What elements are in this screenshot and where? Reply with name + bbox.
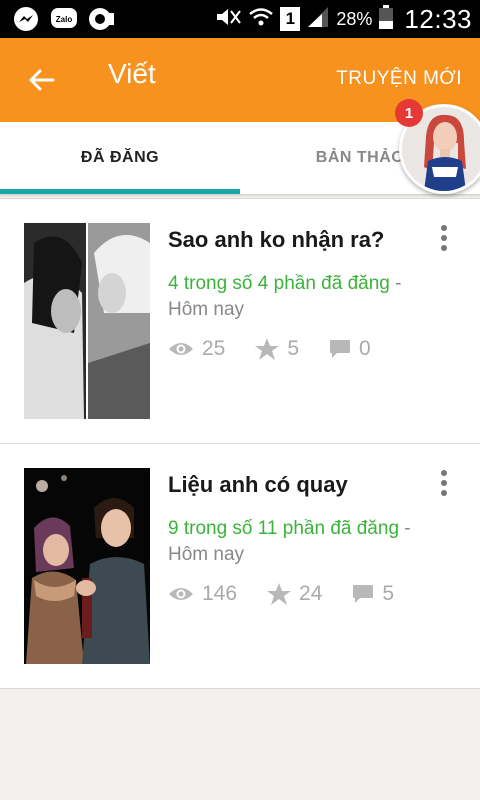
published-parts: 9 trong số 11 phần đã đăng bbox=[168, 518, 400, 539]
views-stat: 146 bbox=[168, 582, 237, 606]
mute-icon bbox=[214, 5, 242, 34]
comments-stat: 5 bbox=[352, 582, 394, 606]
story-overflow-menu-button[interactable] bbox=[430, 466, 458, 500]
story-cover-image bbox=[24, 223, 150, 419]
views-count: 146 bbox=[202, 582, 238, 605]
more-vertical-icon bbox=[441, 225, 447, 251]
views-stat: 25 bbox=[168, 337, 225, 361]
signal-icon bbox=[306, 5, 330, 34]
published-parts: 4 trong số 4 phần đã đăng bbox=[168, 273, 390, 294]
video-icon bbox=[88, 5, 116, 33]
notification-icons: Zalo bbox=[12, 4, 116, 34]
story-meta: 9 trong số 11 phần đã đăng - Hôm nay bbox=[168, 516, 448, 568]
updated-date: Hôm nay bbox=[168, 544, 245, 565]
sim-icon: 1 bbox=[280, 7, 301, 31]
votes-stat: 24 bbox=[267, 582, 322, 606]
status-bar: Zalo 1 28% 12:33 bbox=[0, 0, 480, 38]
story-card[interactable]: Sao anh ko nhận ra? 4 trong số 4 phần đã… bbox=[0, 198, 480, 444]
comments-count: 0 bbox=[359, 337, 371, 360]
votes-count: 5 bbox=[287, 337, 300, 360]
story-card[interactable]: Liệu anh có quay 9 trong số 11 phần đã đ… bbox=[0, 443, 480, 689]
votes-stat: 5 bbox=[255, 337, 299, 361]
story-stats: 146 24 5 bbox=[168, 582, 424, 606]
story-cover-image bbox=[24, 468, 150, 664]
story-overflow-menu-button[interactable] bbox=[430, 221, 458, 255]
eye-icon bbox=[169, 588, 193, 600]
battery-icon bbox=[378, 4, 394, 35]
star-icon bbox=[255, 338, 280, 360]
back-button[interactable] bbox=[18, 60, 64, 100]
story-meta: 4 trong số 4 phần đã đăng - Hôm nay bbox=[168, 271, 448, 323]
page-title: Viết bbox=[108, 58, 156, 89]
clock: 12:33 bbox=[404, 3, 472, 34]
updated-date: Hôm nay bbox=[168, 299, 245, 320]
views-count: 25 bbox=[202, 337, 226, 360]
star-icon bbox=[267, 583, 292, 605]
system-indicators: 1 28% 12:33 bbox=[214, 2, 472, 36]
meta-separator: - bbox=[389, 273, 402, 294]
comments-count: 5 bbox=[382, 582, 395, 605]
comment-icon bbox=[353, 585, 374, 603]
svg-text:Zalo: Zalo bbox=[56, 15, 73, 24]
meta-separator: - bbox=[399, 518, 411, 539]
notification-badge: 1 bbox=[395, 99, 423, 127]
story-title: Sao anh ko nhận ra? bbox=[168, 227, 385, 252]
story-title: Liệu anh có quay bbox=[168, 472, 348, 497]
messenger-icon bbox=[12, 5, 40, 33]
tab-published[interactable]: ĐÃ ĐĂNG bbox=[0, 122, 240, 194]
wifi-icon bbox=[248, 5, 274, 34]
votes-count: 24 bbox=[299, 582, 323, 605]
back-arrow-icon bbox=[29, 69, 55, 91]
zalo-icon: Zalo bbox=[50, 5, 78, 33]
eye-icon bbox=[169, 343, 193, 355]
active-tab-indicator bbox=[0, 189, 240, 194]
new-story-button[interactable]: TRUYỆN MỚI bbox=[336, 68, 462, 90]
comment-icon bbox=[330, 340, 351, 358]
comments-stat: 0 bbox=[329, 337, 371, 361]
story-stats: 25 5 0 bbox=[168, 337, 401, 361]
more-vertical-icon bbox=[441, 470, 447, 496]
battery-percent: 28% bbox=[336, 8, 373, 29]
